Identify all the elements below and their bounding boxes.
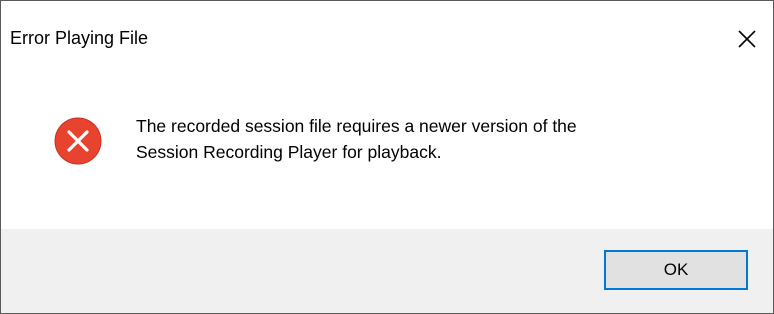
title-bar: Error Playing File: [1, 1, 773, 83]
error-icon: [54, 117, 102, 165]
dialog-title: Error Playing File: [10, 28, 149, 48]
error-message: The recorded session file requires a new…: [136, 113, 746, 165]
dialog-footer: OK: [1, 229, 773, 313]
error-message-line-2: Session Recording Player for playback.: [136, 142, 442, 162]
error-message-line-1: The recorded session file requires a new…: [136, 116, 577, 136]
dialog-content: The recorded session file requires a new…: [1, 83, 773, 229]
ok-button[interactable]: OK: [604, 250, 748, 290]
close-button[interactable]: [732, 26, 762, 52]
error-dialog: Error Playing File The recorded session …: [0, 0, 774, 314]
close-icon: [738, 30, 756, 48]
